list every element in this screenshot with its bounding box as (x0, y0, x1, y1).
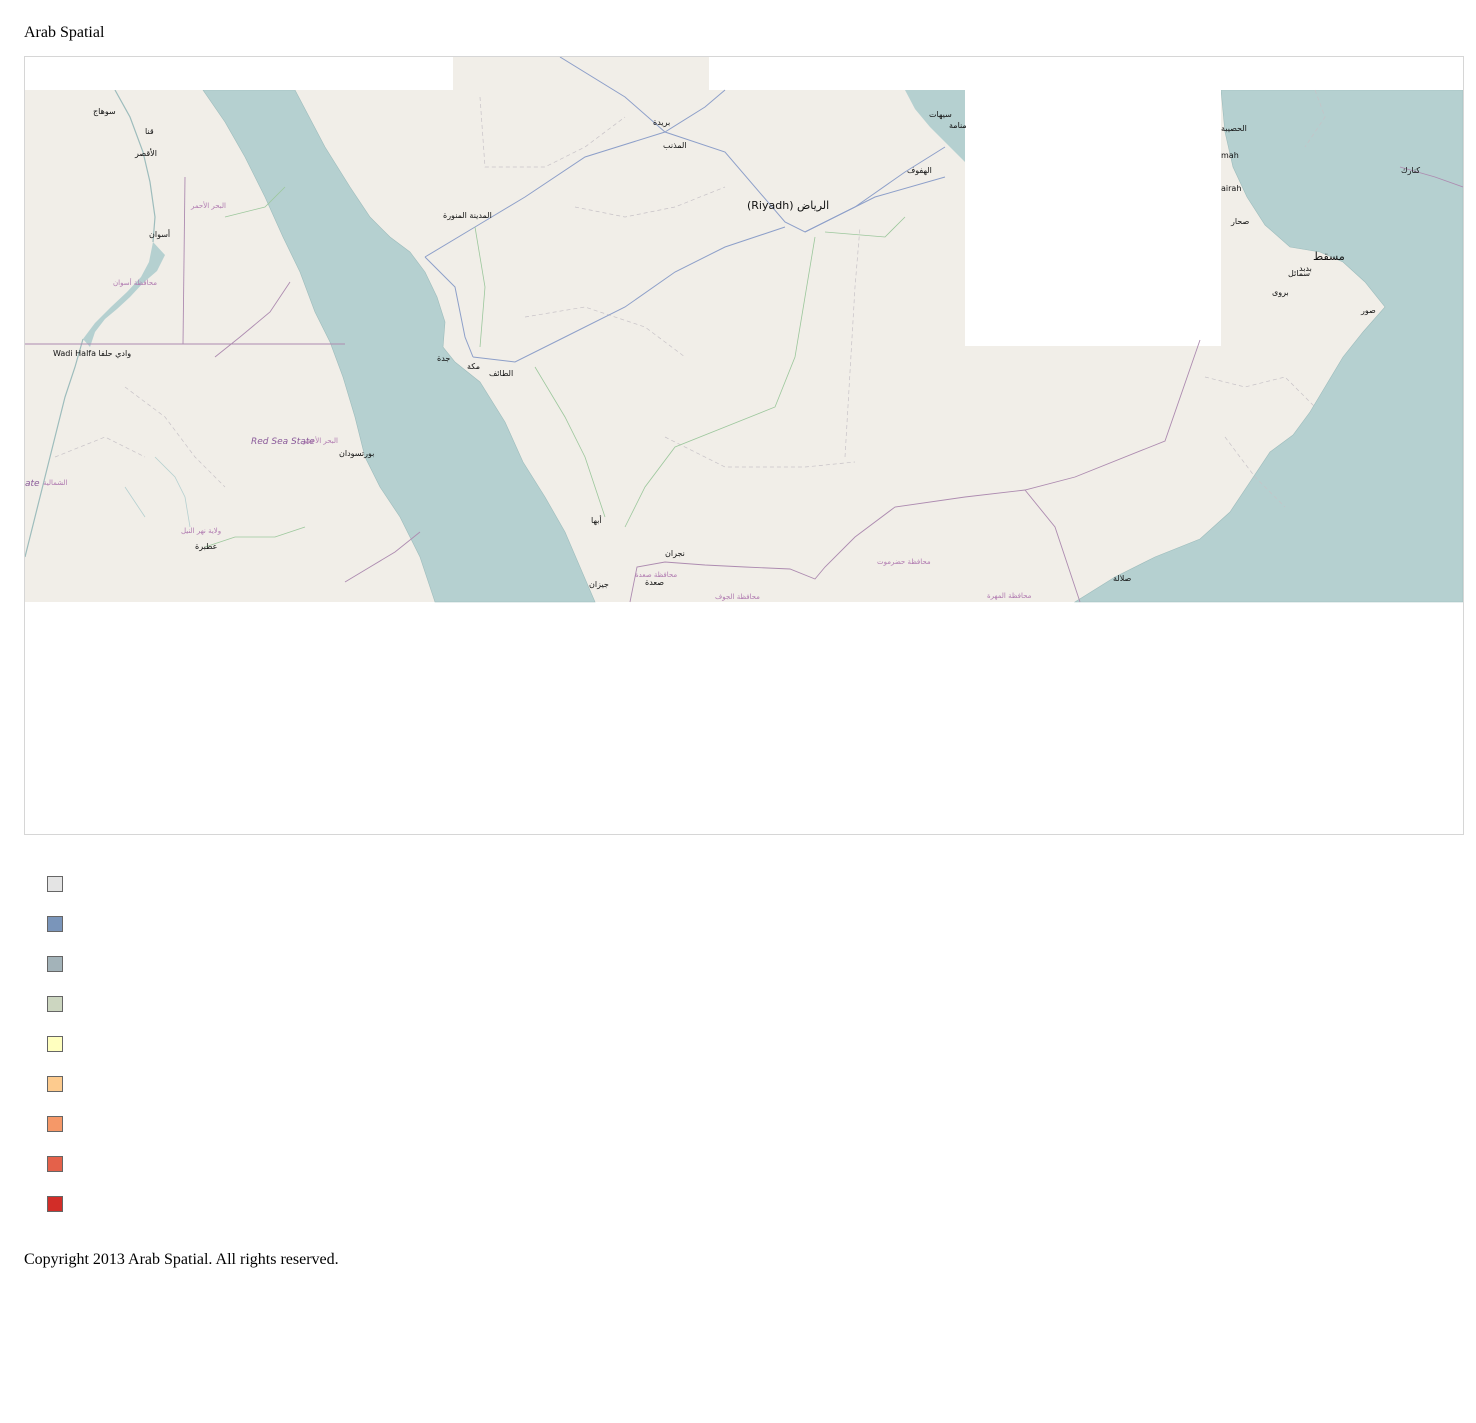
label-qena: قنا (145, 127, 154, 136)
label-red-sea-gov: البحر الأحمر (190, 201, 226, 210)
label-jizan: جيزان (589, 580, 609, 589)
label-mahra-gov: محافظة المهرة (987, 592, 1032, 600)
label-luxor: الأقصر (134, 148, 157, 158)
label-fujairah: airah (1221, 184, 1241, 193)
label-seihat: سيهات (929, 110, 952, 119)
label-jawf-gov: محافظة الجوف (715, 593, 760, 601)
map-viewport[interactable]: سوهاج قنا الأقصر أسوان محافظة أسوان البح… (24, 56, 1464, 835)
label-hadramaut-gov: محافظة حضرموت (877, 558, 931, 566)
empty-tile (25, 57, 453, 90)
label-medina: المدينة المنورة (443, 211, 492, 220)
map-canvas[interactable]: سوهاج قنا الأقصر أسوان محافظة أسوان البح… (25, 57, 1463, 834)
label-konarak: كنارك (1401, 166, 1420, 175)
label-aswan-gov: محافظة أسوان (113, 278, 157, 287)
legend-swatch (47, 1156, 63, 1172)
label-ajman: mah (1221, 151, 1239, 160)
label-sur: صور (1360, 306, 1376, 315)
label-state-left: ate (25, 479, 40, 489)
label-taif: الطائف (489, 369, 513, 378)
label-sohag: سوهاج (93, 107, 116, 116)
label-buraydah: بريدة (653, 118, 670, 127)
legend-swatch (47, 996, 63, 1012)
label-hofuf: الهفوف (907, 166, 932, 175)
label-nile-state: ولاية نهر النيل (181, 527, 221, 535)
label-abha: أبها (591, 515, 602, 525)
label-jeddah: جدة (437, 354, 450, 363)
label-sohar: صحار (1230, 217, 1249, 226)
label-wadi-halfa: Wadi Halfa وادي حلفا (53, 349, 131, 358)
label-port-sudan: بورتسودان (339, 449, 374, 458)
label-izki: بروى (1272, 288, 1289, 297)
label-midhnab: المذنب (663, 141, 687, 150)
legend-swatch (47, 1196, 63, 1212)
label-state-left-ar: الشمالية (43, 479, 68, 487)
label-manama: منامة (949, 121, 967, 130)
label-khasab: الحصيبة (1221, 124, 1247, 133)
legend-swatch (47, 916, 63, 932)
label-mecca: مكة (467, 362, 480, 371)
label-najran: نجران (665, 549, 685, 558)
legend-swatch (47, 1036, 63, 1052)
legend-swatch (47, 956, 63, 972)
label-bidbid: بدبد (1299, 264, 1312, 273)
empty-tile (709, 57, 1463, 90)
label-muscat: مسقط (1313, 250, 1345, 263)
label-saada-gov: محافظة صعدة (635, 571, 677, 579)
label-saada: صعدة (645, 578, 664, 587)
label-atbara: عطبرة (195, 542, 217, 551)
footer-copyright: Copyright 2013 Arab Spatial. All rights … (24, 1251, 339, 1268)
site-title[interactable]: Arab Spatial (24, 24, 104, 42)
label-riyadh: (Riyadh) الرياض (747, 199, 829, 212)
label-red-sea-state-ar: البحر الأحمر (302, 436, 338, 445)
legend-swatch (47, 876, 63, 892)
land-tile-top (453, 57, 709, 90)
label-salalah: صلالة (1113, 574, 1132, 583)
label-aswan: أسوان (149, 229, 170, 239)
empty-tile (965, 90, 1221, 346)
legend-swatch (47, 1076, 63, 1092)
legend-swatch (47, 1116, 63, 1132)
